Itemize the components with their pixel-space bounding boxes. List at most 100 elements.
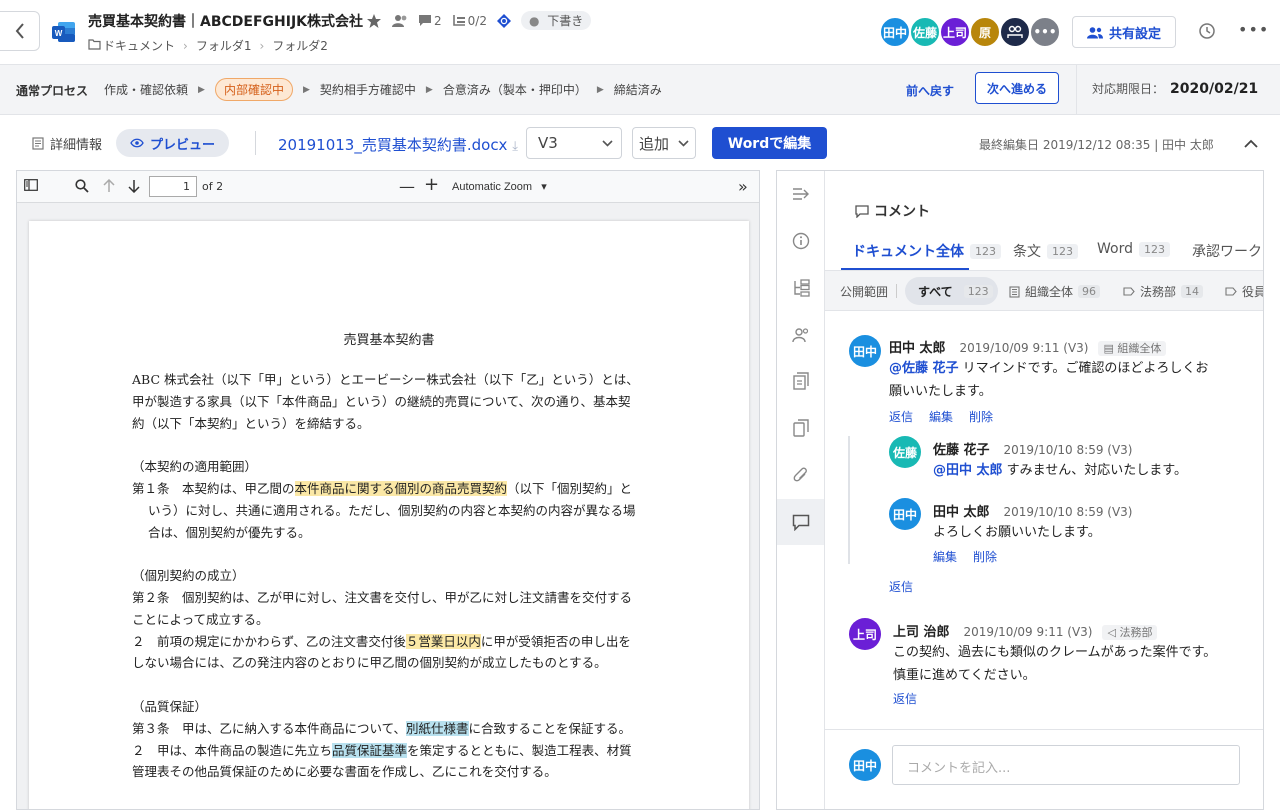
document-icon: [32, 136, 44, 150]
comment-author: 田中 太郎 2019/10/09 9:11 (V3) ▤ 組織全体: [889, 337, 1167, 356]
chevron-up-icon: [1244, 139, 1258, 148]
share-label: 共有設定: [1108, 26, 1161, 42]
members-panel-button[interactable]: [791, 325, 811, 345]
process-step[interactable]: 合意済み（製本・押印中）: [443, 81, 587, 98]
author-name: 上司 治郎: [893, 625, 950, 640]
deadline: 対応期限日： 2020/02/21: [1092, 80, 1258, 97]
highlight-yellow[interactable]: ５営業日以内: [405, 633, 481, 649]
process-step-active[interactable]: 内部確認中: [214, 78, 293, 101]
page-number-input[interactable]: 1: [149, 176, 197, 197]
highlight-yellow[interactable]: 本件商品に関する個別の商品売買契約: [294, 480, 508, 496]
tab-approval-workflow[interactable]: 承認ワークフ: [1192, 241, 1263, 261]
collapse-button[interactable]: [1244, 137, 1258, 152]
info-button[interactable]: [791, 231, 811, 251]
mention[interactable]: @佐藤 花子: [889, 361, 959, 376]
share-settings-button[interactable]: 共有設定: [1072, 16, 1176, 48]
documents-button[interactable]: [791, 371, 811, 391]
delete-button[interactable]: 削除: [969, 408, 993, 425]
filter-executives[interactable]: 役員: [1225, 283, 1263, 300]
sidebar-toggle-button[interactable]: [24, 179, 38, 194]
divider: [896, 284, 897, 298]
task-count[interactable]: 0/2: [452, 14, 487, 28]
prev-page-button[interactable]: [103, 178, 115, 196]
tab-clauses[interactable]: 条文 123: [1013, 241, 1078, 261]
back-button[interactable]: [0, 11, 40, 51]
breadcrumb: ドキュメント › フォルダ1 › フォルダ2: [88, 37, 328, 54]
comments-header: コメント: [855, 201, 930, 221]
arrow-down-icon: [128, 180, 140, 194]
avatar[interactable]: 佐藤: [909, 16, 941, 48]
filter-legal[interactable]: 法務部 14: [1123, 283, 1204, 300]
avatar[interactable]: 田中: [879, 16, 911, 48]
edit-button[interactable]: 編集: [933, 548, 957, 565]
edit-button[interactable]: 編集: [929, 408, 953, 425]
avatar[interactable]: 田中: [889, 498, 921, 530]
process-step[interactable]: 契約相手方確認中: [320, 81, 416, 98]
more-button[interactable]: •••: [1238, 20, 1269, 39]
breadcrumb-item[interactable]: フォルダ1: [196, 37, 252, 54]
mention[interactable]: @田中 太郎: [933, 463, 1003, 478]
comment-input[interactable]: コメントを記入...: [892, 745, 1240, 785]
highlight-blue[interactable]: 品質保証基準: [332, 742, 408, 758]
collapse-panel-button[interactable]: [791, 184, 811, 204]
delete-button[interactable]: 削除: [973, 548, 997, 565]
download-icon[interactable]: ⤓: [512, 139, 518, 154]
zoom-in-button[interactable]: +: [424, 174, 439, 195]
breadcrumb-item[interactable]: ドキュメント: [103, 37, 175, 54]
filter-all[interactable]: すべて 123: [918, 283, 993, 300]
comments-panel-button[interactable]: [791, 512, 811, 532]
breadcrumb-item[interactable]: フォルダ2: [272, 37, 328, 54]
tools-button[interactable]: »: [738, 177, 748, 196]
filter-organization[interactable]: 組織全体 96: [1009, 283, 1101, 300]
avatar[interactable]: 上司: [939, 16, 971, 48]
highlight-blue[interactable]: 別紙仕様書: [406, 720, 469, 736]
copy-button[interactable]: [791, 418, 811, 438]
page-total: of 2: [202, 180, 224, 193]
tab-word[interactable]: Word 123: [1097, 241, 1170, 257]
reply-button[interactable]: 返信: [893, 690, 917, 707]
more-members-button[interactable]: •••: [1029, 16, 1061, 48]
comment-text: @田中 太郎 すみません、対応いたします。: [933, 459, 1187, 482]
attachments-button[interactable]: [791, 465, 811, 485]
avatar[interactable]: 田中: [849, 335, 881, 367]
pdf-search-button[interactable]: [75, 179, 89, 196]
tab-document-all[interactable]: ドキュメント全体 123: [852, 241, 1001, 261]
version-select[interactable]: V3: [526, 127, 622, 159]
add-select[interactable]: 追加: [632, 127, 696, 159]
file-link[interactable]: 20191013_売買基本契約書.docx ⤓: [278, 134, 518, 155]
section-heading: （品質保証）: [132, 698, 208, 714]
process-step[interactable]: 作成・確認依頼: [104, 81, 188, 98]
edit-in-word-button[interactable]: Wordで編集: [712, 127, 827, 159]
structure-button[interactable]: [791, 278, 811, 298]
scope-label: 法務部: [1119, 626, 1153, 639]
history-button[interactable]: [1198, 22, 1216, 44]
author-name: 田中 太郎: [933, 505, 990, 520]
comment-date: 2019/10/09 9:11 (V3): [959, 341, 1089, 355]
zoom-select[interactable]: Automatic Zoom ▾: [452, 180, 547, 193]
status-badge: ● 下書き: [520, 11, 592, 30]
next-step-button[interactable]: 次へ進める: [975, 72, 1059, 104]
comment-count[interactable]: 2: [418, 14, 442, 28]
reply-button[interactable]: 返信: [889, 578, 913, 595]
comment-body: 慎重に進めてください。: [893, 668, 1036, 683]
members-button[interactable]: [392, 14, 408, 28]
group-avatar[interactable]: [999, 16, 1031, 48]
tab-details[interactable]: 詳細情報: [18, 129, 116, 157]
tab-label: 条文: [1013, 244, 1041, 260]
next-page-button[interactable]: [128, 179, 140, 196]
avatar-label: •••: [1033, 25, 1057, 39]
process-step[interactable]: 締結済み: [614, 81, 662, 98]
tab-preview[interactable]: プレビュー: [116, 129, 229, 157]
history-icon: [1199, 23, 1215, 39]
prev-step-button[interactable]: 前へ戻す: [906, 82, 954, 99]
comment-icon: [792, 514, 810, 531]
reply-button[interactable]: 返信: [889, 408, 913, 425]
avatar[interactable]: 上司: [849, 618, 881, 650]
text-line: 甲が製造する家具（以下「本件商品」という）の継続的売買について、次の通り、基本契: [132, 393, 631, 409]
zoom-out-button[interactable]: —: [399, 177, 415, 196]
favorite-button[interactable]: [366, 13, 382, 29]
avatar[interactable]: 原: [969, 16, 1001, 48]
group-icon: [1007, 25, 1023, 38]
text-line: 約（以下「本契約」という）を締結する。: [132, 415, 370, 431]
avatar[interactable]: 佐藤: [889, 436, 921, 468]
